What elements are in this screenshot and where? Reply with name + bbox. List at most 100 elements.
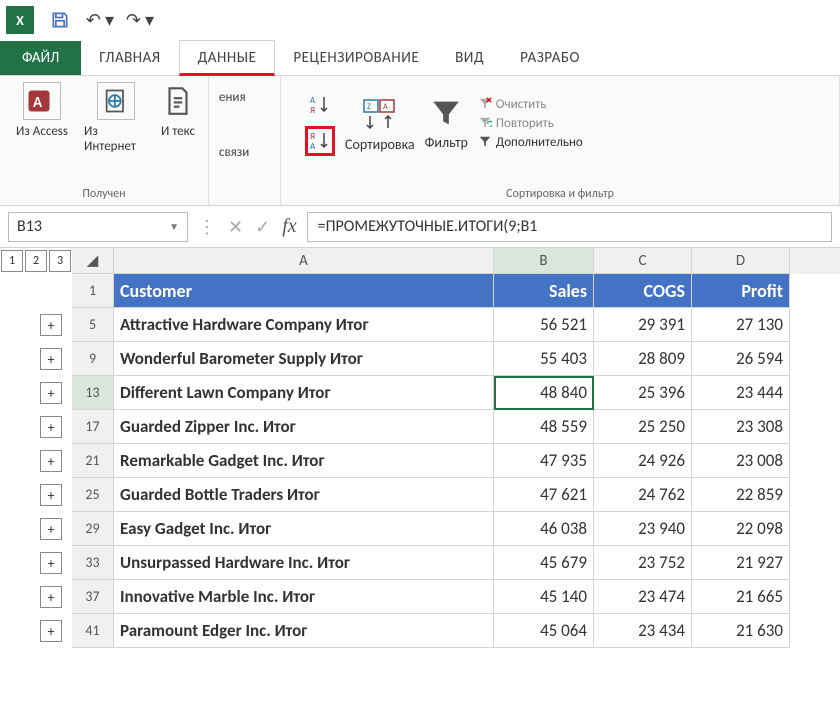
formula-input[interactable]: =ПРОМЕЖУТОЧНЫЕ.ИТОГИ(9;B1 <box>307 212 832 242</box>
cell-cogs[interactable]: 29 391 <box>594 308 692 342</box>
col-header-d[interactable]: D <box>692 248 790 274</box>
cell-customer[interactable]: Unsurpassed Hardware Inc. Итог <box>114 546 494 580</box>
outline-expand-button[interactable]: + <box>40 382 62 404</box>
save-button[interactable] <box>44 4 76 36</box>
outline-expand-button[interactable]: + <box>40 348 62 370</box>
header-profit[interactable]: Profit <box>692 274 790 308</box>
cell-profit[interactable]: 23 444 <box>692 376 790 410</box>
outline-expand-button[interactable]: + <box>40 450 62 472</box>
outline-column: + + + + + + + + + + <box>0 274 70 648</box>
cell-cogs[interactable]: 23 474 <box>594 580 692 614</box>
enter-formula-button[interactable]: ✓ <box>255 216 270 238</box>
cell-profit[interactable]: 21 630 <box>692 614 790 648</box>
outline-expand-button[interactable]: + <box>40 586 62 608</box>
select-all-corner[interactable]: ◢ <box>72 248 114 274</box>
outline-level-2[interactable]: 2 <box>25 250 47 272</box>
cell-sales[interactable]: 56 521 <box>494 308 594 342</box>
outline-expand-button[interactable]: + <box>40 620 62 642</box>
from-text-button[interactable]: И текс <box>158 82 198 154</box>
tab-review[interactable]: РЕЦЕНЗИРОВАНИЕ <box>275 41 437 75</box>
row-header[interactable]: 1 <box>72 274 114 308</box>
outline-expand-button[interactable]: + <box>40 518 62 540</box>
undo-button[interactable]: ↶ ▾ <box>84 4 116 36</box>
cell-cogs[interactable]: 23 752 <box>594 546 692 580</box>
row-header[interactable]: 33 <box>72 546 114 580</box>
col-header-a[interactable]: A <box>114 248 494 274</box>
outline-expand-button[interactable]: + <box>40 416 62 438</box>
col-header-b[interactable]: B <box>494 248 594 274</box>
fx-icon[interactable]: fx <box>282 215 296 238</box>
row-header[interactable]: 41 <box>72 614 114 648</box>
cell-sales[interactable]: 47 935 <box>494 444 594 478</box>
cell-cogs[interactable]: 24 762 <box>594 478 692 512</box>
sort-dialog-button[interactable]: ZA Сортировка <box>345 94 415 153</box>
header-customer[interactable]: Customer <box>114 274 494 308</box>
cell-cogs[interactable]: 23 434 <box>594 614 692 648</box>
cell-customer[interactable]: Guarded Zipper Inc. Итог <box>114 410 494 444</box>
cell-sales[interactable]: 46 038 <box>494 512 594 546</box>
cell-profit[interactable]: 23 008 <box>692 444 790 478</box>
row-header[interactable]: 37 <box>72 580 114 614</box>
cell-customer[interactable]: Easy Gadget Inc. Итог <box>114 512 494 546</box>
cancel-formula-button[interactable]: ✕ <box>228 216 243 238</box>
cell-customer[interactable]: Attractive Hardware Company Итог <box>114 308 494 342</box>
cell-cogs[interactable]: 25 250 <box>594 410 692 444</box>
cell-profit[interactable]: 23 308 <box>692 410 790 444</box>
reapply-filter-button[interactable]: Повторить <box>478 116 583 131</box>
row-header[interactable]: 5 <box>72 308 114 342</box>
cell-profit[interactable]: 21 665 <box>692 580 790 614</box>
cell-profit[interactable]: 21 927 <box>692 546 790 580</box>
header-sales[interactable]: Sales <box>494 274 594 308</box>
row-header[interactable]: 9 <box>72 342 114 376</box>
cell-sales[interactable]: 45 064 <box>494 614 594 648</box>
table-row: 37Innovative Marble Inc. Итог45 14023 47… <box>72 580 840 614</box>
cell-sales[interactable]: 48 840 <box>494 376 594 410</box>
cell-profit[interactable]: 27 130 <box>692 308 790 342</box>
tab-view[interactable]: ВИД <box>437 41 502 75</box>
sort-asc-button[interactable]: АЯ <box>305 90 335 120</box>
filter-button[interactable]: Фильтр <box>425 96 468 151</box>
tab-file[interactable]: ФАЙЛ <box>0 41 81 75</box>
cell-profit[interactable]: 26 594 <box>692 342 790 376</box>
name-box[interactable]: B13 ▼ <box>8 212 188 242</box>
row-header[interactable]: 21 <box>72 444 114 478</box>
cell-sales[interactable]: 45 679 <box>494 546 594 580</box>
advanced-filter-button[interactable]: Дополнительно <box>478 135 583 150</box>
outline-expand-button[interactable]: + <box>40 552 62 574</box>
cell-cogs[interactable]: 28 809 <box>594 342 692 376</box>
from-access-button[interactable]: A Из Access <box>10 82 74 154</box>
tab-data[interactable]: ДАННЫЕ <box>179 40 276 76</box>
cell-customer[interactable]: Different Lawn Company Итог <box>114 376 494 410</box>
outline-expand-button[interactable]: + <box>40 314 62 336</box>
clear-filter-button[interactable]: Очистить <box>478 97 583 112</box>
cell-sales[interactable]: 45 140 <box>494 580 594 614</box>
cell-sales[interactable]: 48 559 <box>494 410 594 444</box>
cell-sales[interactable]: 55 403 <box>494 342 594 376</box>
redo-button[interactable]: ↷ ▾ <box>124 4 156 36</box>
cell-cogs[interactable]: 23 940 <box>594 512 692 546</box>
cell-profit[interactable]: 22 098 <box>692 512 790 546</box>
tab-home[interactable]: ГЛАВНАЯ <box>81 41 178 75</box>
header-cogs[interactable]: COGS <box>594 274 692 308</box>
cell-sales[interactable]: 47 621 <box>494 478 594 512</box>
sort-desc-button[interactable]: ЯА <box>305 126 335 156</box>
cell-customer[interactable]: Paramount Edger Inc. Итог <box>114 614 494 648</box>
namebox-dropdown-icon[interactable]: ▼ <box>169 220 179 233</box>
cell-cogs[interactable]: 25 396 <box>594 376 692 410</box>
cell-customer[interactable]: Innovative Marble Inc. Итог <box>114 580 494 614</box>
cell-customer[interactable]: Remarkable Gadget Inc. Итог <box>114 444 494 478</box>
tab-developer[interactable]: РАЗРАБО <box>502 41 598 75</box>
row-header[interactable]: 13 <box>72 376 114 410</box>
cell-customer[interactable]: Wonderful Barometer Supply Итог <box>114 342 494 376</box>
outline-expand-button[interactable]: + <box>40 484 62 506</box>
from-web-button[interactable]: Из Интернет <box>84 82 148 154</box>
cell-profit[interactable]: 22 859 <box>692 478 790 512</box>
cell-customer[interactable]: Guarded Bottle Traders Итог <box>114 478 494 512</box>
cell-cogs[interactable]: 24 926 <box>594 444 692 478</box>
row-header[interactable]: 17 <box>72 410 114 444</box>
col-header-c[interactable]: C <box>594 248 692 274</box>
row-header[interactable]: 29 <box>72 512 114 546</box>
row-header[interactable]: 25 <box>72 478 114 512</box>
outline-level-1[interactable]: 1 <box>1 250 23 272</box>
outline-level-3[interactable]: 3 <box>49 250 71 272</box>
